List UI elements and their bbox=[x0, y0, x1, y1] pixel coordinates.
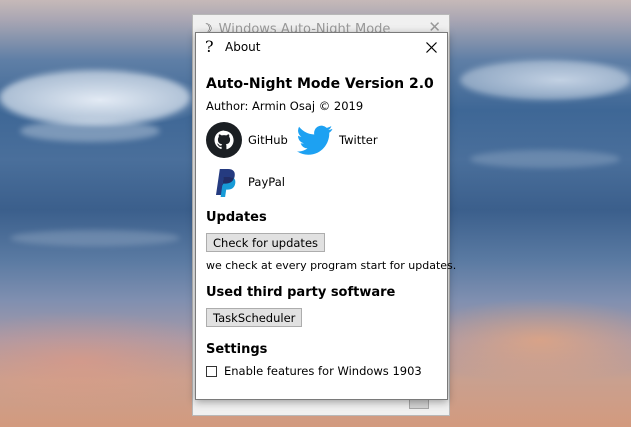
help-icon: ? bbox=[205, 37, 214, 56]
third-party-heading: Used third party software bbox=[206, 285, 396, 300]
dialog-titlebar: ? About bbox=[196, 33, 447, 61]
updates-note: we check at every program start for upda… bbox=[206, 259, 457, 272]
github-link[interactable]: GitHub bbox=[206, 122, 288, 158]
paypal-link[interactable]: PayPal bbox=[206, 164, 285, 200]
wave-foam bbox=[460, 60, 630, 100]
paypal-icon bbox=[216, 169, 236, 197]
wave-foam bbox=[0, 70, 190, 125]
check-for-updates-button[interactable]: Check for updates bbox=[206, 233, 326, 252]
close-button[interactable] bbox=[421, 37, 441, 57]
twitter-link[interactable]: Twitter bbox=[297, 122, 378, 158]
wave-foam bbox=[20, 120, 160, 142]
dialog-title: About bbox=[225, 40, 261, 54]
author-text: Author: Armin Osaj © 2019 bbox=[206, 99, 364, 113]
about-dialog: ? About Auto-Night Mode Version 2.0 Auth… bbox=[195, 32, 456, 400]
windows-1903-checkbox[interactable] bbox=[206, 365, 217, 377]
github-label: GitHub bbox=[248, 133, 288, 147]
windows-1903-option[interactable]: Enable features for Windows 1903 bbox=[206, 364, 422, 378]
close-icon bbox=[425, 41, 437, 53]
twitter-label: Twitter bbox=[339, 133, 378, 147]
wave-foam bbox=[10, 230, 180, 246]
github-icon bbox=[206, 122, 242, 158]
updates-heading: Updates bbox=[206, 210, 267, 225]
twitter-icon bbox=[297, 125, 333, 155]
wave-foam bbox=[470, 150, 620, 168]
settings-heading: Settings bbox=[206, 342, 268, 357]
taskscheduler-button[interactable]: TaskScheduler bbox=[206, 308, 303, 327]
windows-1903-label: Enable features for Windows 1903 bbox=[224, 364, 422, 378]
paypal-label: PayPal bbox=[248, 175, 285, 189]
version-heading: Auto-Night Mode Version 2.0 bbox=[206, 76, 434, 92]
